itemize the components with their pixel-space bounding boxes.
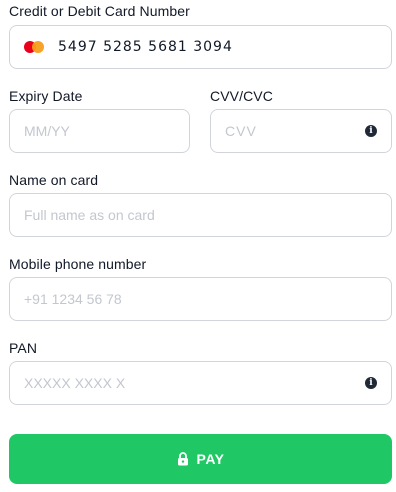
mobile-phone-field[interactable]: [9, 277, 392, 321]
card-number-label: Credit or Debit Card Number: [9, 3, 190, 19]
info-icon[interactable]: i: [365, 377, 377, 389]
pay-button-label: PAY: [196, 451, 225, 467]
cvv-label: CVV/CVC: [210, 88, 273, 104]
mobile-phone-input[interactable]: [24, 291, 377, 307]
mobile-phone-label: Mobile phone number: [9, 256, 147, 272]
card-number-value: 5497 5285 5681 3094: [58, 39, 233, 55]
name-on-card-label: Name on card: [9, 172, 99, 188]
name-on-card-input[interactable]: [24, 207, 377, 223]
lock-icon: [177, 452, 188, 466]
cvv-field[interactable]: i: [210, 109, 392, 153]
expiry-date-label: Expiry Date: [9, 88, 83, 104]
pan-input[interactable]: [24, 375, 365, 391]
name-on-card-field[interactable]: [9, 193, 392, 237]
expiry-date-input[interactable]: [24, 123, 175, 139]
card-number-field[interactable]: 5497 5285 5681 3094: [9, 25, 392, 69]
cvv-input[interactable]: [225, 123, 365, 139]
mastercard-icon: [24, 40, 46, 54]
pan-field[interactable]: i: [9, 361, 392, 405]
expiry-date-field[interactable]: [9, 109, 190, 153]
pan-label: PAN: [9, 340, 38, 356]
pay-button[interactable]: PAY: [9, 434, 392, 484]
info-icon[interactable]: i: [365, 125, 377, 137]
